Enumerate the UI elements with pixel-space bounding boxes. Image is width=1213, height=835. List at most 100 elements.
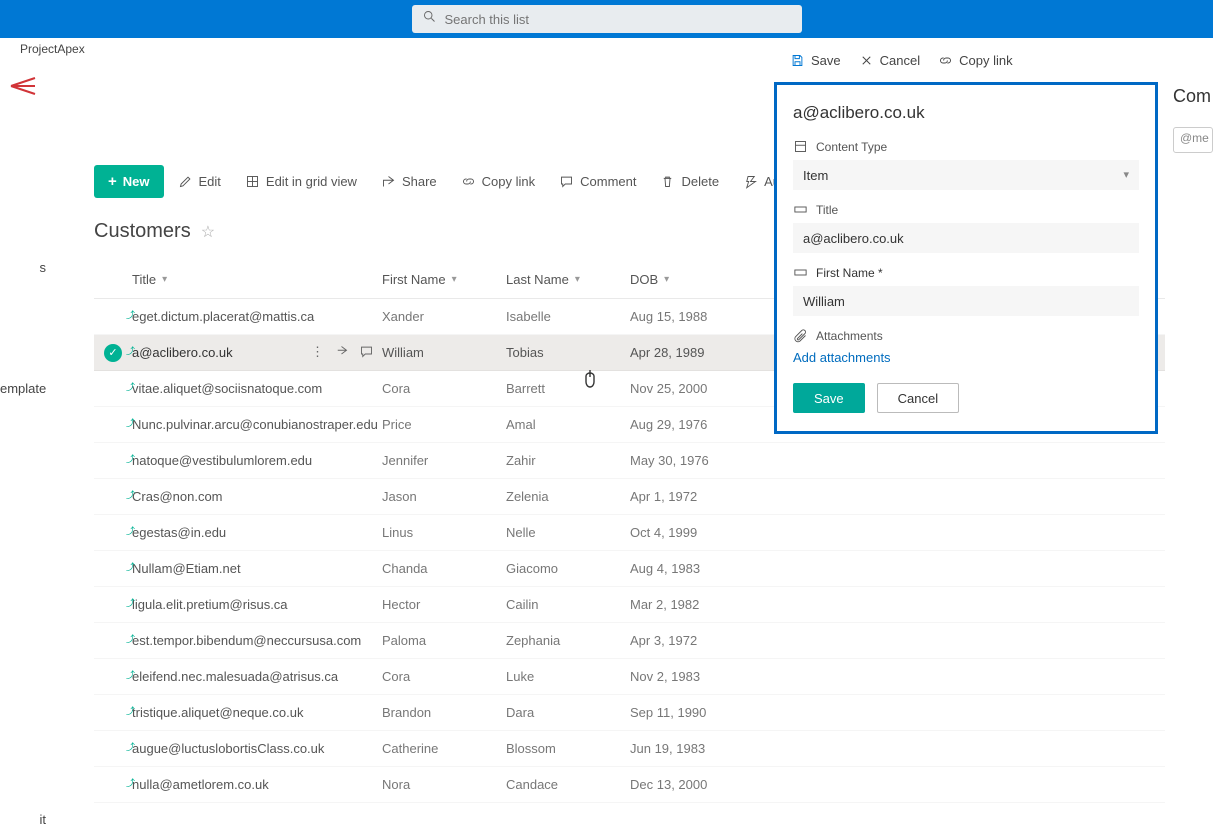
cell-first-name: Brandon bbox=[382, 705, 506, 720]
delete-button[interactable]: Delete bbox=[650, 168, 729, 195]
cell-dob: Jun 19, 1983 bbox=[630, 741, 750, 756]
cancel-button[interactable]: Cancel bbox=[877, 383, 959, 413]
cell-first-name: Cora bbox=[382, 381, 506, 396]
grid-view-button[interactable]: Edit in grid view bbox=[235, 168, 367, 195]
panel-copy-link-button[interactable]: Copy link bbox=[938, 53, 1012, 68]
table-row[interactable]: ⤴nulla@ametlorem.co.ukNoraCandaceDec 13,… bbox=[94, 767, 1165, 803]
content-type-value[interactable] bbox=[793, 160, 1139, 190]
search-box[interactable] bbox=[412, 5, 802, 33]
cell-title[interactable]: ⤴eleifend.nec.malesuada@atrisus.ca bbox=[132, 669, 382, 684]
content-type-select[interactable]: ▾ bbox=[793, 160, 1139, 190]
table-row[interactable]: ⤴natoque@vestibulumlorem.eduJenniferZahi… bbox=[94, 443, 1165, 479]
table-row[interactable]: ⤴Nullam@Etiam.netChandaGiacomoAug 4, 198… bbox=[94, 551, 1165, 587]
checkmark-icon[interactable]: ✓ bbox=[104, 344, 122, 362]
copy-link-button[interactable]: Copy link bbox=[451, 168, 545, 195]
cell-dob: Aug 29, 1976 bbox=[630, 417, 750, 432]
sync-icon: ⤴ bbox=[126, 704, 135, 717]
grid-view-label: Edit in grid view bbox=[266, 174, 357, 189]
table-row[interactable]: ⤴est.tempor.bibendum@neccursusa.comPalom… bbox=[94, 623, 1165, 659]
cell-last-name: Zelenia bbox=[506, 489, 630, 504]
cell-title[interactable]: ⤴egestas@in.edu bbox=[132, 525, 382, 540]
flow-icon bbox=[743, 174, 758, 189]
cell-title[interactable]: ⤴est.tempor.bibendum@neccursusa.com bbox=[132, 633, 382, 648]
comment-input[interactable]: @me bbox=[1173, 127, 1213, 153]
share-button[interactable]: Share bbox=[371, 168, 447, 195]
plus-icon: + bbox=[108, 173, 117, 190]
table-row[interactable]: ⤴tristique.aliquet@neque.co.ukBrandonDar… bbox=[94, 695, 1165, 731]
edit-icon bbox=[178, 174, 193, 189]
field-first-name: First Name * bbox=[793, 265, 1139, 316]
cell-last-name: Giacomo bbox=[506, 561, 630, 576]
cell-first-name: Jennifer bbox=[382, 453, 506, 468]
column-title[interactable]: Title▾ bbox=[132, 272, 382, 287]
cell-dob: Apr 1, 1972 bbox=[630, 489, 750, 504]
cell-last-name: Blossom bbox=[506, 741, 630, 756]
suite-bar bbox=[0, 0, 1213, 38]
sync-icon: ⤴ bbox=[126, 380, 135, 393]
site-logo[interactable] bbox=[5, 68, 41, 104]
nav-item[interactable]: emplate bbox=[0, 373, 46, 404]
cell-title[interactable]: ⤴ligula.elit.pretium@risus.ca bbox=[132, 597, 382, 612]
cell-title[interactable]: ⤴nulla@ametlorem.co.uk bbox=[132, 777, 382, 792]
sync-icon: ⤴ bbox=[126, 488, 135, 501]
sync-icon: ⤴ bbox=[126, 668, 135, 681]
list-title: Customers bbox=[94, 220, 191, 243]
sync-icon: ⤴ bbox=[126, 560, 135, 573]
table-row[interactable]: ⤴egestas@in.eduLinusNelleOct 4, 1999 bbox=[94, 515, 1165, 551]
cell-dob: Sep 11, 1990 bbox=[630, 705, 750, 720]
cell-first-name: Paloma bbox=[382, 633, 506, 648]
sync-icon: ⤴ bbox=[126, 776, 135, 789]
cell-first-name: Xander bbox=[382, 309, 506, 324]
column-dob[interactable]: DOB▾ bbox=[630, 272, 750, 287]
nav-item[interactable]: s bbox=[0, 252, 46, 283]
panel-save-button[interactable]: Save bbox=[790, 53, 841, 68]
edit-panel: a@aclibero.co.uk Content Type ▾ Title Fi… bbox=[774, 82, 1158, 434]
cell-title[interactable]: ⤴natoque@vestibulumlorem.edu bbox=[132, 453, 382, 468]
cell-title[interactable]: ⤴eget.dictum.placerat@mattis.ca bbox=[132, 309, 382, 324]
table-row[interactable]: ⤴eleifend.nec.malesuada@atrisus.caCoraLu… bbox=[94, 659, 1165, 695]
cell-title[interactable]: ⤴augue@luctuslobortisClass.co.uk bbox=[132, 741, 382, 756]
add-attachments-link[interactable]: Add attachments bbox=[793, 350, 891, 365]
cell-title[interactable]: ⤴Nunc.pulvinar.arcu@conubianostraper.edu bbox=[132, 417, 382, 432]
grid-icon bbox=[245, 174, 260, 189]
save-button[interactable]: Save bbox=[793, 383, 865, 413]
cell-dob: Aug 15, 1988 bbox=[630, 309, 750, 324]
row-more-icon[interactable]: ⋮ bbox=[311, 344, 324, 362]
comment-button[interactable]: Comment bbox=[549, 168, 646, 195]
favorite-icon[interactable]: ☆ bbox=[201, 222, 215, 242]
cell-title[interactable]: ⤴tristique.aliquet@neque.co.uk bbox=[132, 705, 382, 720]
cell-last-name: Isabelle bbox=[506, 309, 630, 324]
table-row[interactable]: ⤴Cras@non.comJasonZeleniaApr 1, 1972 bbox=[94, 479, 1165, 515]
trash-icon bbox=[660, 174, 675, 189]
cell-first-name: Linus bbox=[382, 525, 506, 540]
cell-last-name: Candace bbox=[506, 777, 630, 792]
sync-icon: ⤴ bbox=[126, 416, 135, 429]
edit-button[interactable]: Edit bbox=[168, 168, 231, 195]
title-input[interactable] bbox=[793, 223, 1139, 253]
table-row[interactable]: ⤴ligula.elit.pretium@risus.caHectorCaili… bbox=[94, 587, 1165, 623]
row-comment-icon[interactable] bbox=[359, 344, 374, 362]
cell-title[interactable]: ⤴Nullam@Etiam.net bbox=[132, 561, 382, 576]
save-icon bbox=[790, 53, 805, 68]
link-icon bbox=[461, 174, 476, 189]
panel-cancel-button[interactable]: Cancel bbox=[859, 53, 920, 68]
table-row[interactable]: ⤴augue@luctuslobortisClass.co.ukCatherin… bbox=[94, 731, 1165, 767]
cell-title[interactable]: ⤴Cras@non.com bbox=[132, 489, 382, 504]
column-last-name[interactable]: Last Name▾ bbox=[506, 272, 630, 287]
search-icon bbox=[422, 9, 437, 29]
cell-last-name: Zephania bbox=[506, 633, 630, 648]
first-name-input[interactable] bbox=[793, 286, 1139, 316]
cell-last-name: Amal bbox=[506, 417, 630, 432]
sync-icon: ⤴ bbox=[126, 596, 135, 609]
cell-last-name: Nelle bbox=[506, 525, 630, 540]
cell-title[interactable]: ⤴vitae.aliquet@sociisnatoque.com bbox=[132, 381, 382, 396]
sync-icon: ⤴ bbox=[126, 632, 135, 645]
comments-title: Com bbox=[1173, 86, 1213, 107]
column-first-name[interactable]: First Name▾ bbox=[382, 272, 506, 287]
sync-icon: ⤴ bbox=[126, 740, 135, 753]
cell-dob: Nov 25, 2000 bbox=[630, 381, 750, 396]
cell-title[interactable]: ⤴a@aclibero.co.uk⋮ bbox=[132, 345, 382, 360]
row-share-icon[interactable] bbox=[334, 344, 349, 362]
search-input[interactable] bbox=[445, 12, 792, 27]
new-button[interactable]: + New bbox=[94, 165, 164, 198]
